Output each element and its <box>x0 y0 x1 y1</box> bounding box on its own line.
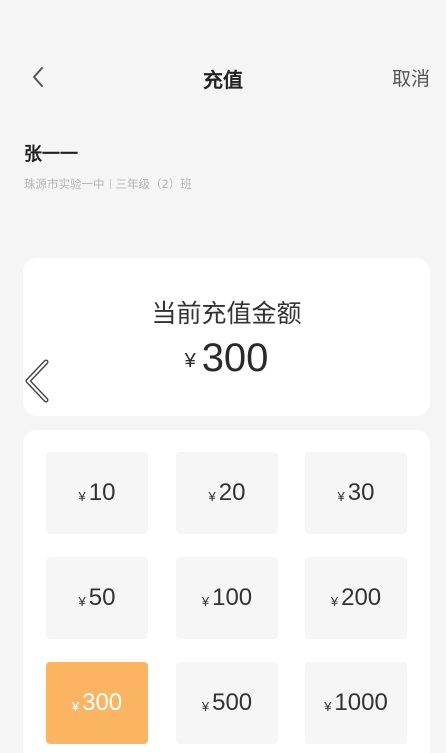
currency-symbol: ¥ <box>201 698 210 714</box>
option-value: 50 <box>88 584 116 611</box>
option-value: 500 <box>212 689 253 716</box>
page-title: 充值 <box>203 68 243 92</box>
divider <box>109 179 111 189</box>
amount-option[interactable]: ¥10 <box>46 452 148 534</box>
amount-label: 当前充值金额 <box>151 299 302 328</box>
option-value: 200 <box>341 584 382 611</box>
option-value: 30 <box>347 479 375 506</box>
amount-option[interactable]: ¥300 <box>46 662 148 744</box>
school-name: 珠源市实验一中 <box>24 177 105 191</box>
option-value: 100 <box>212 584 253 611</box>
option-value: 300 <box>82 689 123 716</box>
amount-option[interactable]: ¥1000 <box>305 662 407 744</box>
amount-option[interactable]: ¥30 <box>305 452 407 534</box>
amount-option[interactable]: ¥500 <box>176 662 278 744</box>
nav-bar: 充值 取消 <box>0 52 446 102</box>
currency-symbol: ¥ <box>71 698 80 714</box>
currency-symbol: ¥ <box>78 593 86 609</box>
class-name: 三年级（2）班 <box>115 177 192 191</box>
cancel-button[interactable]: 取消 <box>392 64 430 91</box>
amount-option[interactable]: ¥100 <box>176 557 278 639</box>
current-amount-card: 当前充值金额 ¥300 <box>23 258 430 416</box>
amount-option[interactable]: ¥50 <box>46 557 148 639</box>
option-value: 20 <box>218 479 246 506</box>
currency-symbol: ¥ <box>208 488 216 504</box>
currency-symbol: ¥ <box>330 593 339 609</box>
currency-symbol: ¥ <box>337 488 345 504</box>
currency-symbol: ¥ <box>201 593 210 609</box>
amount-option[interactable]: ¥20 <box>176 452 278 534</box>
student-name: 张一一 <box>24 144 78 165</box>
amount-value: ¥300 <box>23 336 430 381</box>
option-value: 10 <box>88 479 116 506</box>
amount-number: 300 <box>201 336 269 380</box>
currency-symbol: ¥ <box>324 698 332 714</box>
student-details: 珠源市实验一中 三年级（2）班 <box>24 176 192 192</box>
amount-option[interactable]: ¥200 <box>305 557 407 639</box>
option-value: 1000 <box>334 689 388 716</box>
amount-options-card: ¥10 ¥20 ¥30 ¥50 ¥100 ¥200 ¥300 ¥500 ¥100… <box>23 430 430 753</box>
back-gesture-arrow-icon[interactable] <box>22 358 52 404</box>
currency-symbol: ¥ <box>78 488 86 504</box>
student-info: 张一一 珠源市实验一中 三年级（2）班 <box>24 140 192 192</box>
currency-symbol: ¥ <box>184 350 196 372</box>
